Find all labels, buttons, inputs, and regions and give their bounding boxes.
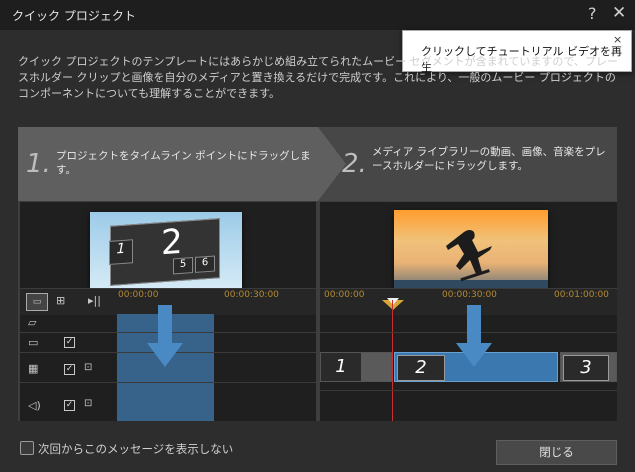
left-ruler-end: 00:00:30:00: [224, 290, 279, 300]
close-button[interactable]: 閉じる: [496, 440, 617, 465]
close-icon[interactable]: ✕: [612, 3, 626, 23]
clip-2-label: 2: [397, 355, 445, 381]
template-number-6: 6: [195, 255, 215, 273]
instruction-panel: 2. メディア ライブラリーの動画、画像、音楽をプレースホルダーにドラッグします…: [18, 127, 617, 421]
clip-3[interactable]: 3: [560, 352, 617, 382]
audio-track-lock-icon[interactable]: ⊡: [84, 398, 92, 409]
description-text: クイック プロジェクトのテンプレートにはあらかじめ組み立てられたムービー セグメ…: [18, 55, 618, 100]
title-bar: クイック プロジェクト ? ✕: [0, 0, 635, 30]
template-thumbnail: 2 1 5 6: [90, 212, 242, 292]
right-ruler-end: 00:01:00:00: [554, 290, 609, 300]
playhead-line: [392, 300, 393, 421]
fit-timeline-icon[interactable]: ▸||: [88, 294, 101, 307]
dont-show-checkbox[interactable]: [20, 441, 34, 455]
clip-1-label: 1: [321, 353, 361, 381]
template-number-1: 1: [109, 239, 133, 265]
video-track-icon: ▦: [28, 362, 39, 375]
help-icon[interactable]: ?: [588, 4, 597, 23]
media-thumbnail: [394, 210, 548, 298]
add-track-icon[interactable]: ⊞: [56, 294, 65, 307]
title-track-checkbox[interactable]: ✓: [64, 337, 75, 348]
step-1-text: プロジェクトをタイムライン ポイントにドラッグします。: [56, 150, 311, 176]
window-title: クイック プロジェクト: [12, 9, 136, 23]
right-demo-pane: 00:00:00 00:00:30:00 00:01:00:00 1 2 3: [320, 202, 617, 421]
storyboard-view-icon[interactable]: ▭: [26, 293, 48, 311]
video-track-checkbox[interactable]: ✓: [64, 364, 75, 375]
audio-track-checkbox[interactable]: ✓: [64, 400, 75, 411]
tooltip-close-icon[interactable]: ×: [613, 33, 622, 46]
template-card: 2 1 5 6: [109, 218, 220, 286]
step-1: 1. プロジェクトをタイムライン ポイントにドラッグします。: [18, 127, 346, 201]
template-number-5: 5: [173, 257, 193, 275]
dont-show-label[interactable]: 次回からこのメッセージを表示しない: [38, 441, 233, 457]
playhead-marker-icon[interactable]: [382, 298, 404, 312]
step-2-text: メディア ライブラリーの動画、画像、音楽をプレースホルダーにドラッグします。: [372, 146, 606, 172]
right-ruler-start: 00:00:00: [324, 290, 365, 300]
video-track-lock-icon[interactable]: ⊡: [84, 362, 92, 373]
down-arrow-icon: [147, 305, 183, 367]
step-2: 2. メディア ライブラリーの動画、画像、音楽をプレースホルダーにドラッグします…: [318, 127, 617, 201]
audio-track-icon: ◁): [28, 399, 41, 412]
left-demo-pane: 2 1 5 6 ▭ ⊞ ▸|| 00:00:00 00:00:30:00 ▱ ▭…: [20, 202, 316, 421]
down-arrow-icon: [456, 305, 492, 367]
subtitle-icon: ▱: [28, 316, 37, 329]
clip-1[interactable]: 1: [320, 352, 392, 382]
step-1-number: 1.: [26, 149, 51, 179]
title-track-icon: ▭: [28, 336, 39, 349]
skater-silhouette-icon: [446, 230, 492, 282]
clip-3-label: 3: [563, 355, 609, 381]
